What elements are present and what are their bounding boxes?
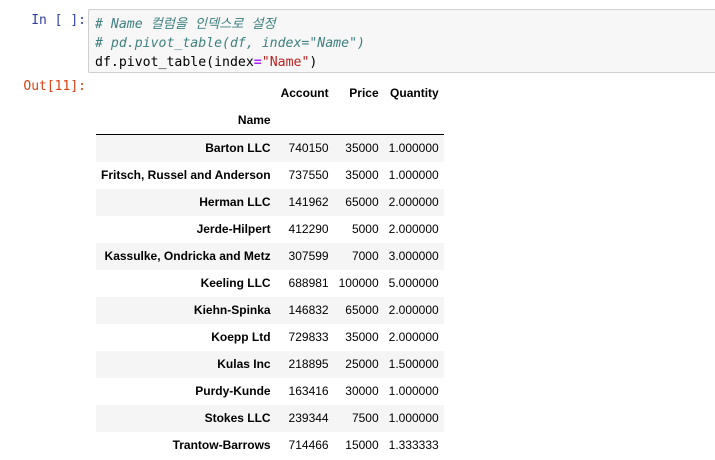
table-row: Herman LLC 141962 65000 2.000000 xyxy=(96,189,444,216)
cell-account: 412290 xyxy=(288,222,329,236)
code-text: ) xyxy=(309,55,318,70)
cell-account: 729833 xyxy=(288,330,329,344)
cell-account: 163416 xyxy=(288,384,329,398)
cell-price: 65000 xyxy=(345,303,379,317)
row-index-name: Stokes LLC xyxy=(204,411,271,425)
code-comment-line: # pd.pivot_table(df, index="Name") xyxy=(95,36,365,51)
table-row: Stokes LLC 239344 7500 1.000000 xyxy=(96,405,444,432)
table-row: Koepp Ltd 729833 35000 2.000000 xyxy=(96,324,444,351)
cell-quantity: 3.000000 xyxy=(388,249,439,263)
cell-quantity: 1.500000 xyxy=(388,357,439,371)
row-index-name: Koepp Ltd xyxy=(211,330,271,344)
row-index-name: Kassulke, Ondricka and Metz xyxy=(104,249,271,263)
cell-quantity: 2.000000 xyxy=(388,195,439,209)
row-index-name: Herman LLC xyxy=(199,195,271,209)
cell-quantity: 1.000000 xyxy=(388,168,439,182)
column-header-account: Account xyxy=(280,86,329,100)
row-index-name: Kulas Inc xyxy=(217,357,271,371)
row-index-name: Purdy-Kunde xyxy=(195,384,271,398)
table-header-row: Account Price Quantity xyxy=(96,80,444,107)
index-name-header: Name xyxy=(96,107,276,135)
cell-quantity: 2.000000 xyxy=(388,330,439,344)
code-string: "Name" xyxy=(261,55,310,70)
table-body: Barton LLC 740150 35000 1.000000 Fritsch, Ru… xyxy=(96,134,444,460)
cell-quantity: 2.000000 xyxy=(388,222,439,236)
table-row: Kiehn-Spinka 146832 65000 2.000000 xyxy=(96,297,444,324)
cell-account: 688981 xyxy=(288,276,329,290)
cell-account: 218895 xyxy=(288,357,329,371)
output-area: Account Price Quantity Name Barton LLC 74… xyxy=(96,80,444,459)
cell-price: 35000 xyxy=(345,141,379,155)
table-row: Jerde-Hilpert 412290 5000 2.000000 xyxy=(96,216,444,243)
output-prompt: Out[11]: xyxy=(23,79,86,94)
row-index-name: Fritsch, Russel and Anderson xyxy=(101,168,271,182)
cell-account: 239344 xyxy=(288,411,329,425)
blank-header-cell xyxy=(96,80,276,107)
row-index-name: Barton LLC xyxy=(205,141,271,155)
cell-account: 307599 xyxy=(288,249,329,263)
table-row: Kassulke, Ondricka and Metz 307599 7000 3.0… xyxy=(96,243,444,270)
cell-account: 714466 xyxy=(288,438,329,452)
dataframe-table: Account Price Quantity Name Barton LLC 74… xyxy=(96,80,444,459)
code-comment-line: # Name 컬럼을 인덱스로 설정 xyxy=(95,17,276,32)
table-row: Kulas Inc 218895 25000 1.500000 xyxy=(96,351,444,378)
cell-quantity: 5.000000 xyxy=(388,276,439,290)
cell-quantity: 1.000000 xyxy=(388,384,439,398)
code-line: df.pivot_table(index="Name") xyxy=(95,53,715,72)
cell-price: 15000 xyxy=(345,438,379,452)
table-row: Trantow-Barrows 714466 15000 1.333333 xyxy=(96,432,444,459)
cell-quantity: 1.000000 xyxy=(388,411,439,425)
input-prompt: In [ ]: xyxy=(31,13,86,28)
code-operator: = xyxy=(253,55,262,70)
cell-account: 141962 xyxy=(288,195,329,209)
blank-header-cell xyxy=(333,107,384,135)
cell-price: 100000 xyxy=(338,276,379,290)
blank-header-cell xyxy=(383,107,444,135)
code-text: df.pivot_table(index xyxy=(95,55,254,70)
cell-quantity: 1.333333 xyxy=(388,438,439,452)
index-name-row: Name xyxy=(96,107,444,135)
table-row: Purdy-Kunde 163416 30000 1.000000 xyxy=(96,378,444,405)
cell-price: 25000 xyxy=(345,357,379,371)
table-row: Fritsch, Russel and Anderson 737550 35000 1… xyxy=(96,162,444,189)
cell-price: 7500 xyxy=(351,411,379,425)
cell-price: 35000 xyxy=(345,168,379,182)
row-index-name: Jerde-Hilpert xyxy=(196,222,271,236)
cell-price: 7000 xyxy=(351,249,379,263)
row-index-name: Trantow-Barrows xyxy=(172,438,271,452)
cell-account: 737550 xyxy=(288,168,329,182)
blank-header-cell xyxy=(275,107,334,135)
cell-price: 35000 xyxy=(345,330,379,344)
cell-price: 65000 xyxy=(345,195,379,209)
row-index-name: Kiehn-Spinka xyxy=(193,303,271,317)
table-row: Barton LLC 740150 35000 1.000000 xyxy=(96,134,444,162)
cell-quantity: 2.000000 xyxy=(388,303,439,317)
table-row: Keeling LLC 688981 100000 5.000000 xyxy=(96,270,444,297)
cell-price: 5000 xyxy=(351,222,379,236)
cell-account: 146832 xyxy=(288,303,329,317)
column-header-price: Price xyxy=(349,86,379,100)
column-header-quantity: Quantity xyxy=(390,86,439,100)
row-index-name: Keeling LLC xyxy=(200,276,271,290)
cell-price: 30000 xyxy=(345,384,379,398)
cell-account: 740150 xyxy=(288,141,329,155)
cell-quantity: 1.000000 xyxy=(388,141,439,155)
code-cell-editor[interactable]: # Name 컬럼을 인덱스로 설정 # pd.pivot_table(df, … xyxy=(88,9,715,73)
